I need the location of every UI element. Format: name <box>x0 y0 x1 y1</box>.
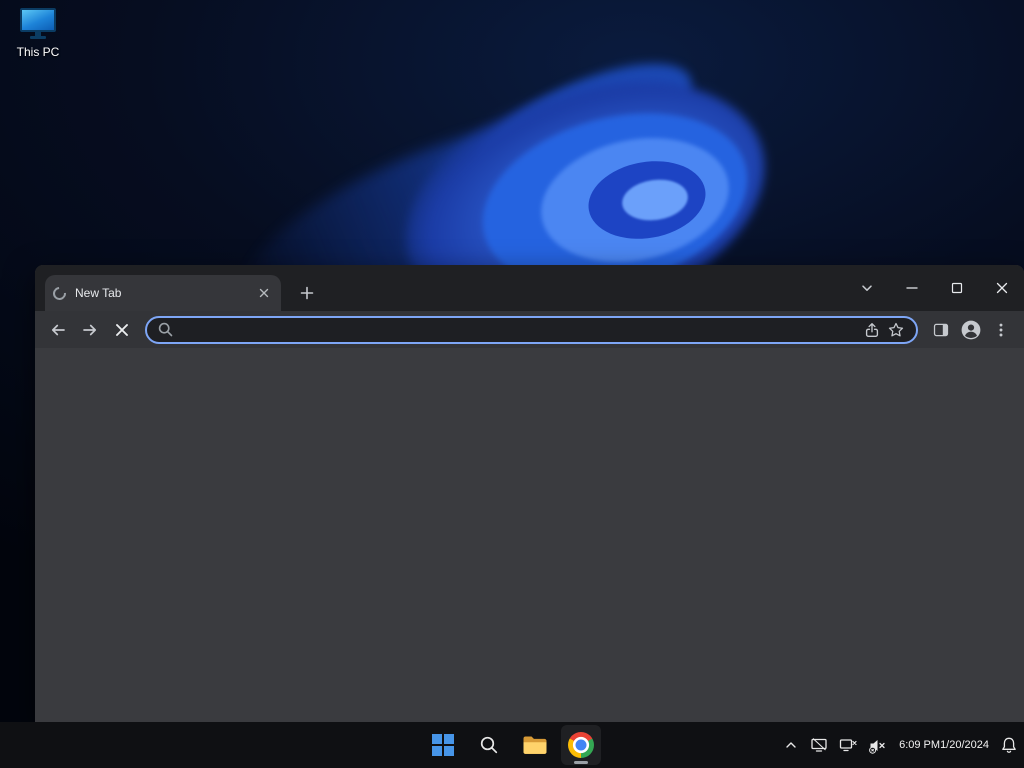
tray-date: 1/20/2024 <box>940 739 989 751</box>
taskbar-search-button[interactable] <box>469 725 509 765</box>
tray-chevron-up-icon[interactable] <box>783 730 799 760</box>
chrome-button[interactable] <box>561 725 601 765</box>
tab-strip: New Tab <box>35 265 1024 311</box>
bookmark-star-icon[interactable] <box>884 318 908 342</box>
windows-logo-icon <box>432 734 454 756</box>
taskbar: 6:09 PM 1/20/2024 <box>0 722 1024 768</box>
desktop-icon-label: This PC <box>16 45 60 59</box>
folder-icon <box>523 736 547 754</box>
profile-avatar-icon[interactable] <box>956 315 986 345</box>
monitor-icon <box>18 8 58 42</box>
file-explorer-button[interactable] <box>515 725 555 765</box>
share-icon[interactable] <box>860 318 884 342</box>
address-bar[interactable] <box>145 315 918 344</box>
minimize-button[interactable] <box>889 272 934 304</box>
tab-close-icon[interactable] <box>255 284 273 302</box>
close-button[interactable] <box>979 272 1024 304</box>
tab-title: New Tab <box>75 286 122 300</box>
search-icon <box>157 321 174 338</box>
taskbar-center-icons <box>423 725 601 765</box>
new-tab-button[interactable] <box>293 279 321 307</box>
tray-clock[interactable]: 6:09 PM 1/20/2024 <box>899 730 989 760</box>
tab-new-tab[interactable]: New Tab <box>45 275 281 311</box>
browser-window: New Tab <box>35 265 1024 722</box>
window-controls <box>844 265 1024 311</box>
browser-toolbar <box>35 311 1024 348</box>
back-button[interactable] <box>43 315 73 345</box>
tray-time: 6:09 PM <box>899 739 941 751</box>
notification-bell-icon[interactable] <box>1000 730 1018 760</box>
chrome-icon <box>568 732 594 758</box>
tab-search-button[interactable] <box>844 272 889 304</box>
stop-button[interactable] <box>107 315 137 345</box>
maximize-button[interactable] <box>934 272 979 304</box>
desktop-icon-this-pc[interactable]: This PC <box>6 8 70 59</box>
system-tray: 6:09 PM 1/20/2024 <box>783 722 1018 768</box>
display-icon[interactable] <box>810 730 828 760</box>
menu-dots-icon[interactable] <box>986 315 1016 345</box>
forward-button[interactable] <box>75 315 105 345</box>
address-input[interactable] <box>180 317 854 342</box>
page-content <box>35 348 1024 722</box>
loading-spinner-icon <box>50 283 69 303</box>
side-panel-icon[interactable] <box>926 315 956 345</box>
start-button[interactable] <box>423 725 463 765</box>
network-disconnected-icon[interactable] <box>839 730 857 760</box>
volume-muted-icon[interactable] <box>868 730 888 760</box>
search-icon <box>480 736 498 754</box>
